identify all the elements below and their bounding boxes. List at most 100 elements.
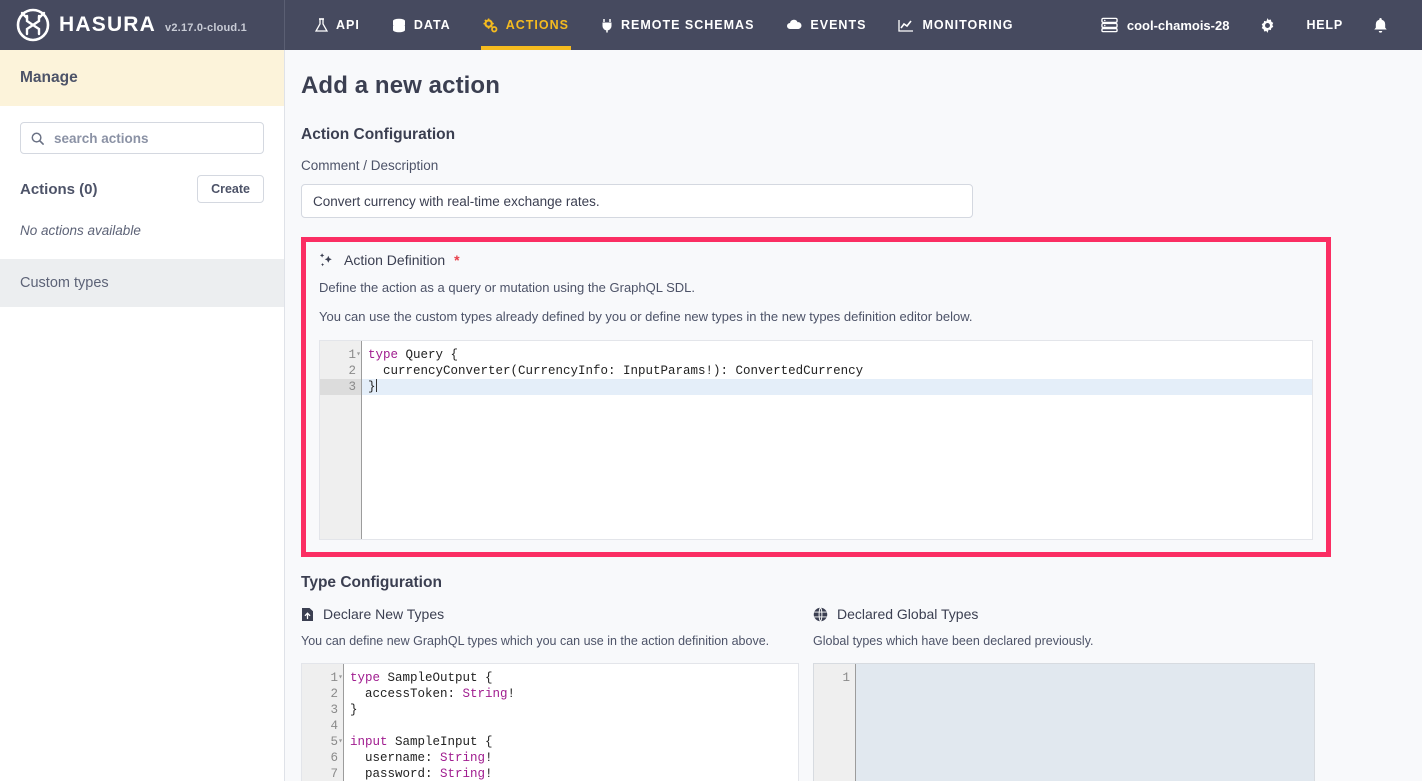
line-number: 6 [302,750,343,766]
text-cursor [376,379,377,392]
comment-input[interactable] [301,184,973,218]
brand-area[interactable]: HASURA v2.17.0-cloud.1 [0,0,285,50]
action-definition-desc-2: You can use the custom types already def… [319,309,1313,324]
declared-global-types-header: Declared Global Types [813,606,1315,622]
line-number: 5▾ [302,734,343,750]
code-line: currencyConverter(CurrencyInfo: InputPar… [362,363,1312,379]
cloud-icon [786,19,802,31]
nav-item-label: EVENTS [810,18,866,32]
line-number: 2 [320,363,361,379]
gear-icon [1259,17,1276,34]
nav-item-actions[interactable]: ACTIONS [467,0,585,50]
fold-arrow-icon[interactable]: ▾ [338,734,343,750]
code-token: String [440,751,485,765]
declared-global-types-desc: Global types which have been declared pr… [813,634,1315,648]
create-action-button[interactable]: Create [197,175,264,203]
fold-arrow-icon[interactable]: ▾ [338,670,343,686]
file-upload-icon [301,607,314,622]
globe-icon [813,607,828,622]
editor-code[interactable]: type Query { currencyConverter(CurrencyI… [362,341,1312,539]
no-actions-message: No actions available [20,223,264,238]
line-number: 3 [302,702,343,718]
nav-item-monitoring[interactable]: MONITORING [882,0,1029,50]
code-line: type Query { [362,347,1312,363]
line-number: 1▾ [320,347,361,363]
line-number: 3 [320,379,361,395]
search-input[interactable] [52,130,253,147]
code-line: type SampleOutput { [344,670,798,686]
code-line: password: String! [344,766,798,781]
nav-item-label: REMOTE SCHEMAS [621,18,754,32]
editor-code[interactable]: type SampleOutput { accessToken: String!… [344,664,798,781]
declare-new-types-column: Declare New Types You can define new Gra… [301,606,799,781]
search-icon [31,132,44,145]
type-configuration-section: Type Configuration Declare New Types You… [301,574,1406,781]
line-number: 7 [302,766,343,781]
flask-icon [315,18,328,33]
line-number: 1▾ [302,670,343,686]
type-configuration-title: Type Configuration [301,574,1406,592]
comment-label: Comment / Description [301,158,1406,173]
action-definition-editor[interactable]: 1▾23 type Query { currencyConverter(Curr… [319,340,1313,540]
nav-item-data[interactable]: DATA [376,0,467,50]
action-configuration-title: Action Configuration [301,126,1406,144]
app-body: Manage Actions (0) Create No actions ava… [0,50,1422,781]
help-button[interactable]: HELP [1292,18,1357,32]
top-navigation-bar: HASURA v2.17.0-cloud.1 API DATA ACTIONS [0,0,1422,50]
code-token: ! [485,751,493,765]
nav-item-label: API [336,18,360,32]
code-token: input [350,735,388,749]
nav-item-label: DATA [414,18,451,32]
actions-header-row: Actions (0) Create [20,175,264,203]
sidebar-body: Actions (0) Create No actions available [0,106,284,238]
page-title: Add a new action [301,72,1406,100]
top-right-actions: cool-chamois-28 HELP [1087,0,1422,50]
code-token: } [368,380,376,394]
code-token: } [350,703,358,717]
sidebar-item-custom-types[interactable]: Custom types [0,259,284,307]
magic-wand-icon [319,252,335,268]
code-token: type [350,671,380,685]
code-line: accessToken: String! [344,686,798,702]
notifications-button[interactable] [1357,17,1404,34]
hasura-logo-icon [16,8,50,42]
code-line: } [362,379,1312,395]
bell-icon [1373,17,1388,34]
plug-icon [601,18,613,33]
code-line [344,718,798,734]
code-token: SampleInput { [388,735,493,749]
code-line: } [344,702,798,718]
settings-button[interactable] [1243,17,1292,34]
editor-code [856,664,1314,781]
sidebar-heading: Manage [0,50,284,106]
declare-new-types-title: Declare New Types [323,606,444,622]
nav-item-remote-schemas[interactable]: REMOTE SCHEMAS [585,0,770,50]
gears-icon [483,18,498,33]
editor-gutter: 1▾2345▾6789 [302,664,344,781]
project-name: cool-chamois-28 [1127,18,1230,33]
declared-global-types-editor[interactable]: 1 [813,663,1315,781]
nav-item-events[interactable]: EVENTS [770,0,882,50]
declare-new-types-editor[interactable]: 1▾2345▾6789 type SampleOutput { accessTo… [301,663,799,781]
action-definition-header: Action Definition * [319,252,1313,268]
nav-item-label: ACTIONS [506,18,569,32]
brand-version: v2.17.0-cloud.1 [165,22,247,34]
line-number: 4 [302,718,343,734]
code-token: currencyConverter(CurrencyInfo: InputPar… [368,364,863,378]
main-content: Add a new action Action Configuration Co… [285,50,1422,781]
search-actions-box[interactable] [20,122,264,154]
brand-name: HASURA [59,13,156,37]
project-selector[interactable]: cool-chamois-28 [1087,17,1244,33]
line-number: 1 [814,670,855,686]
declare-new-types-desc: You can define new GraphQL types which y… [301,634,799,648]
code-line: input SampleInput { [344,734,798,750]
declared-global-types-column: Declared Global Types Global types which… [813,606,1315,781]
fold-arrow-icon[interactable]: ▾ [356,347,361,363]
nav-item-api[interactable]: API [299,0,376,50]
type-configuration-columns: Declare New Types You can define new Gra… [301,606,1406,781]
declared-global-types-title: Declared Global Types [837,606,978,622]
code-line: username: String! [344,750,798,766]
chart-line-icon [898,19,914,32]
actions-count-label: Actions (0) [20,181,98,198]
declare-new-types-header: Declare New Types [301,606,799,622]
